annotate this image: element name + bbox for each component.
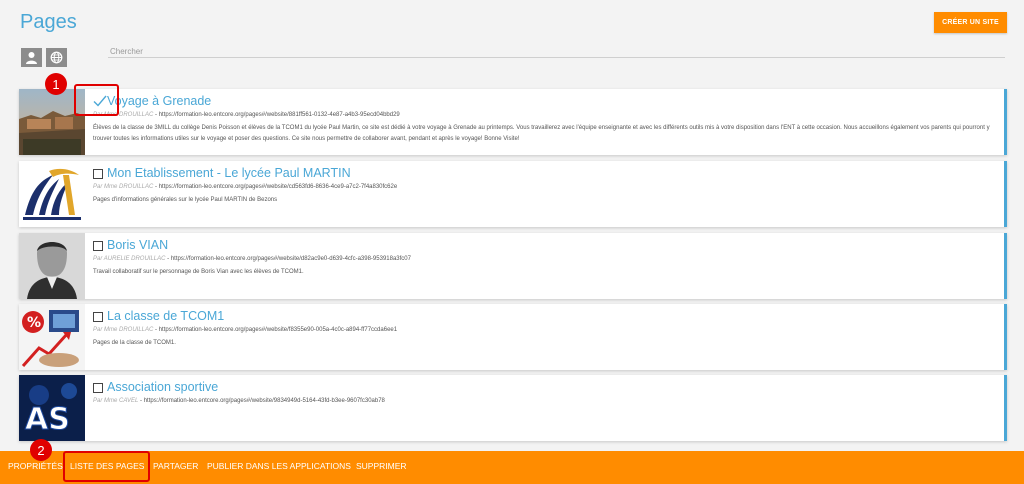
site-title[interactable]: Association sportive	[107, 380, 218, 394]
user-icon	[26, 52, 37, 64]
share-button[interactable]: PARTAGER	[153, 461, 198, 471]
annotation-highlight-list-pages	[63, 451, 150, 482]
site-card[interactable]: Mon Etablissement - Le lycée Paul MARTIN…	[19, 161, 1007, 227]
filter-public-button[interactable]	[46, 48, 67, 67]
filter-mine-button[interactable]	[21, 48, 42, 67]
site-card[interactable]: Boris VIAN Par AURELIE DROUILLAC - https…	[19, 233, 1007, 299]
site-url: https://formation-leo.entcore.org/pages#…	[158, 112, 400, 118]
svg-text:AS: AS	[25, 402, 70, 437]
svg-text:%: %	[27, 315, 41, 331]
page-title: Pages	[20, 11, 77, 33]
site-title[interactable]: Voyage à Grenade	[107, 94, 211, 108]
site-checkbox[interactable]	[93, 311, 103, 322]
site-owner: Par Mme CAVEL	[93, 398, 139, 404]
site-owner: Par AURELIE DROUILLAC	[93, 256, 166, 262]
create-site-button[interactable]: CRÉER UN SITE	[934, 12, 1007, 33]
site-title[interactable]: Boris VIAN	[107, 238, 168, 252]
site-thumbnail	[19, 233, 85, 299]
site-thumbnail: %	[19, 304, 85, 370]
site-checkbox[interactable]	[93, 168, 103, 179]
site-description: Pages d'informations générales sur le ly…	[93, 197, 278, 203]
site-description: Élèves de la classe de 3MILL du collège …	[93, 125, 990, 142]
site-url: https://formation-leo.entcore.org/pages#…	[143, 398, 385, 404]
annotation-badge: 1	[45, 73, 67, 95]
site-url: https://formation-leo.entcore.org/pages#…	[170, 256, 411, 262]
publish-button[interactable]: PUBLIER DANS LES APPLICATIONS	[207, 461, 351, 471]
site-thumbnail: AS	[19, 375, 85, 441]
site-url: https://formation-leo.entcore.org/pages#…	[158, 184, 398, 190]
site-card[interactable]: Voyage à Grenade Par Mme DROUILLAC - htt…	[19, 89, 1007, 155]
site-owner: Par Mme DROUILLAC	[93, 327, 154, 333]
site-title[interactable]: La classe de TCOM1	[107, 309, 224, 323]
action-bar: PROPRIÉTÉS LISTE DES PAGES PARTAGER PUBL…	[0, 451, 1024, 484]
site-title[interactable]: Mon Etablissement - Le lycée Paul MARTIN	[107, 166, 351, 180]
search-input[interactable]	[108, 45, 1005, 58]
site-description: Pages de la classe de TCOM1.	[93, 340, 176, 346]
site-url: https://formation-leo.entcore.org/pages#…	[158, 327, 398, 333]
site-thumbnail	[19, 161, 85, 227]
site-description: Travail collaboratif sur le personnage d…	[93, 269, 304, 275]
site-owner: Par Mme DROUILLAC	[93, 184, 154, 190]
annotation-badge: 2	[30, 439, 52, 461]
annotation-highlight-checkbox	[74, 84, 119, 116]
delete-button[interactable]: SUPPRIMER	[356, 461, 407, 471]
properties-button[interactable]: PROPRIÉTÉS	[8, 461, 63, 471]
globe-icon	[50, 51, 63, 64]
site-card[interactable]: AS Association sportive Par Mme CAVEL - …	[19, 375, 1007, 441]
site-card[interactable]: % La classe de TCOM1 Par Mme DROUILLAC -…	[19, 304, 1007, 370]
site-checkbox[interactable]	[93, 240, 103, 251]
site-checkbox[interactable]	[93, 382, 103, 393]
